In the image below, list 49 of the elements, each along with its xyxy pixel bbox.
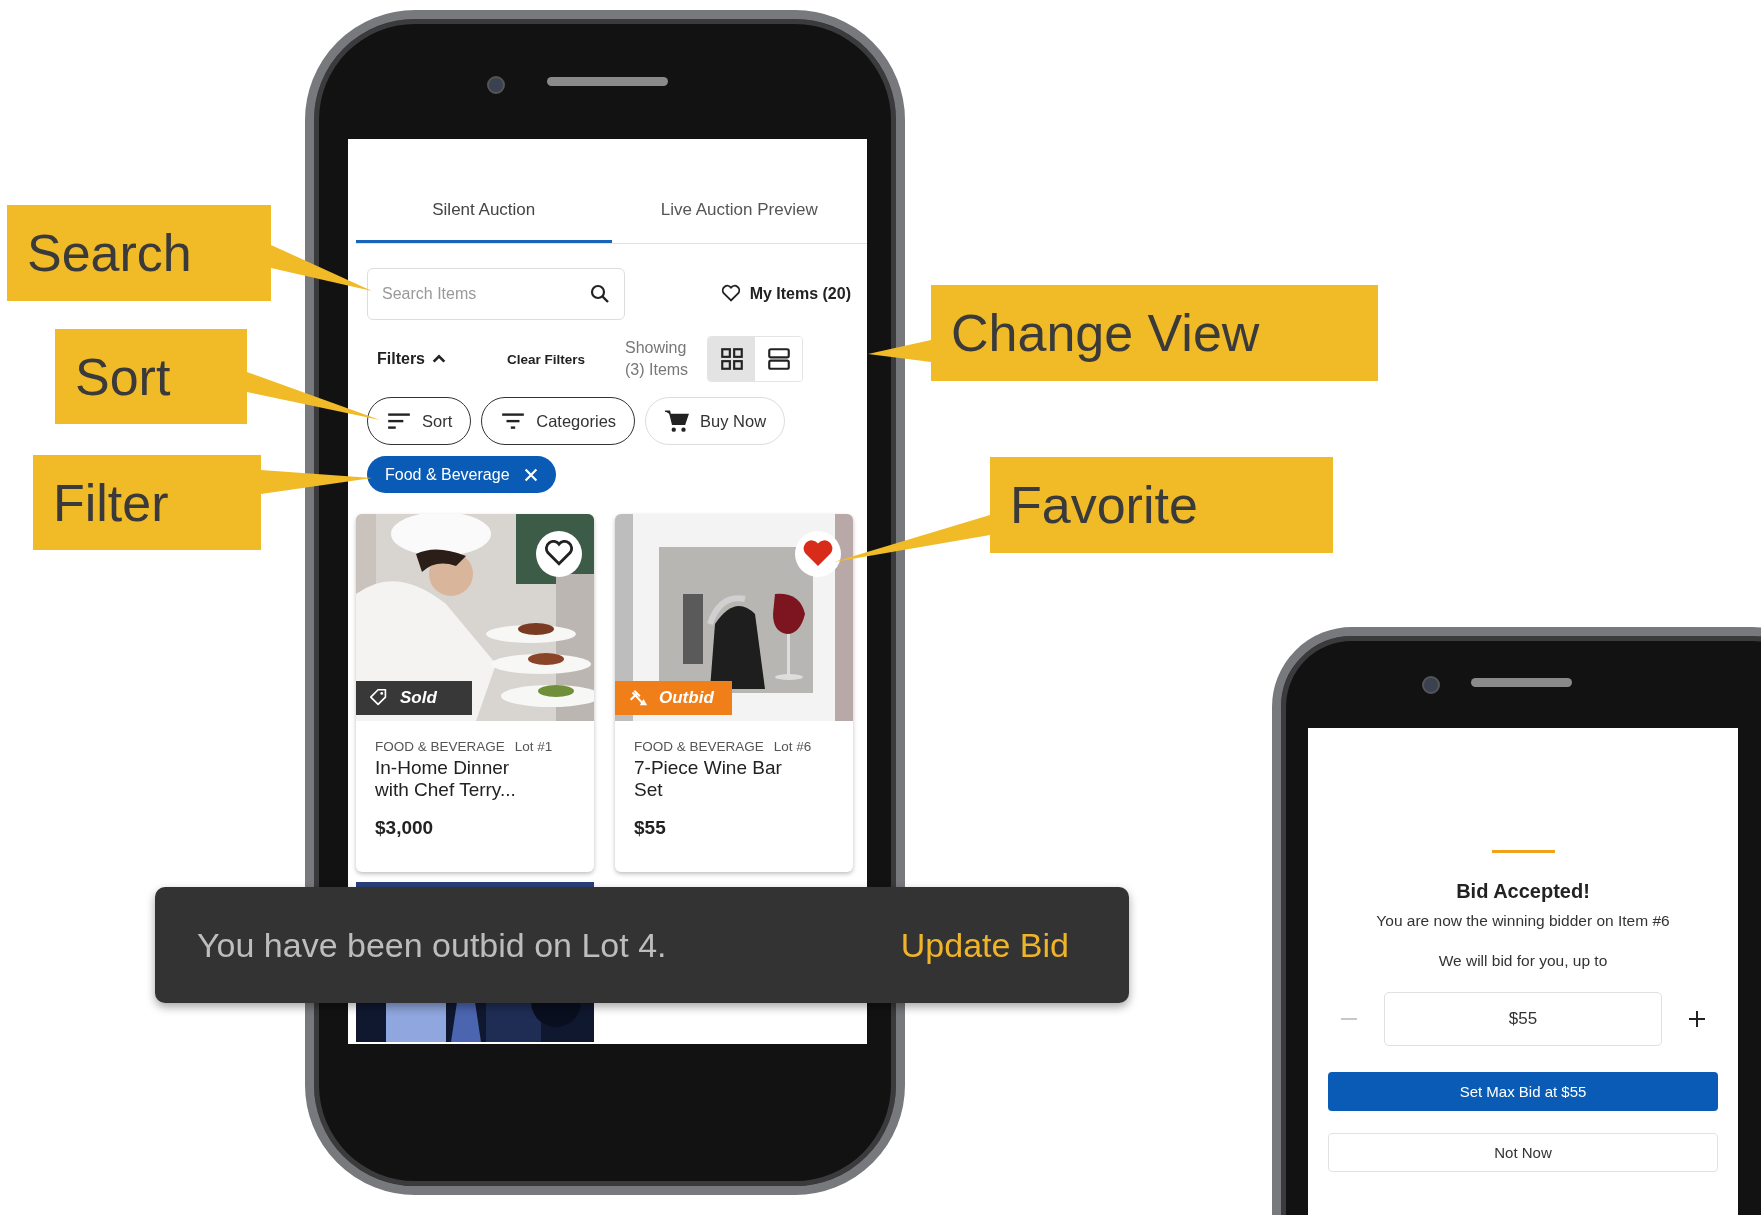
status-label: Outbid [659, 688, 714, 708]
dialog-message: You are now the winning bidder on Item #6 [1376, 912, 1670, 930]
list-icon [765, 346, 792, 372]
item-price: $55 [634, 817, 667, 839]
item-title: In-Home Dinner with Chef Terry... [375, 757, 517, 802]
callout: Change View [931, 285, 1378, 381]
cart-icon [664, 408, 691, 434]
search-field[interactable]: Search Items [367, 268, 625, 320]
heart-icon [803, 539, 833, 569]
categories-chip[interactable]: Categories [481, 397, 636, 445]
plus-icon [1688, 1010, 1706, 1028]
my-items-button[interactable]: My Items (20) [719, 283, 851, 305]
update-bid-button[interactable]: Update Bid [900, 925, 1069, 965]
front-camera [487, 76, 505, 94]
filters-toggle[interactable]: Filters [377, 350, 507, 368]
accent-line [1491, 850, 1555, 853]
search-icon [589, 283, 611, 305]
sort-chip[interactable]: Sort [367, 397, 472, 445]
dialog-title: Bid Accepted! [1456, 880, 1590, 903]
amount-field[interactable]: $55 [1384, 992, 1662, 1046]
callout: Search [7, 205, 271, 301]
tab[interactable]: Live Auction Preview [611, 180, 867, 243]
lot-number: Lot #1 [514, 739, 553, 754]
heart-icon [545, 540, 573, 568]
item-title: 7-Piece Wine Bar Set [634, 757, 783, 802]
callout: Favorite [990, 457, 1333, 553]
results-count: Showing (3) Items [625, 338, 690, 380]
toast-message: You have been outbid on Lot 4. [197, 925, 667, 965]
clear-filters-button[interactable]: Clear Filters [507, 351, 625, 367]
callout: Filter [33, 455, 261, 550]
view-toggle[interactable] [707, 336, 803, 382]
set-max-bid-button[interactable]: Set Max Bid at $55 [1328, 1072, 1718, 1111]
buy-now-chip[interactable]: Buy Now [645, 397, 786, 445]
front-camera [1422, 676, 1440, 694]
item-card[interactable]: Outbid FOOD & BEVERAGE Lot #6 7-Piece Wine Bar Set $55 [615, 514, 853, 872]
status-label: Sold [400, 688, 437, 708]
grid-icon [718, 346, 745, 372]
item-category: FOOD & BEVERAGE [634, 739, 764, 754]
item-category: FOOD & BEVERAGE [375, 739, 505, 754]
leader-line [868, 340, 931, 362]
item-card[interactable]: Sold FOOD & BEVERAGE Lot #1 In-Home Dinner with Chef Terry... $3,000 [356, 514, 594, 872]
lot-number: Lot #6 [773, 739, 812, 754]
not-now-button[interactable]: Not Now [1328, 1133, 1718, 1172]
item-price: $3,000 [375, 817, 435, 839]
minus-icon [1341, 1018, 1357, 1020]
filter-chip[interactable]: Food & Beverage [367, 456, 556, 493]
tab[interactable]: Silent Auction [356, 180, 612, 243]
grid-view-button[interactable] [708, 337, 755, 381]
dialog-prompt: We will bid for you, up to [1438, 952, 1608, 970]
